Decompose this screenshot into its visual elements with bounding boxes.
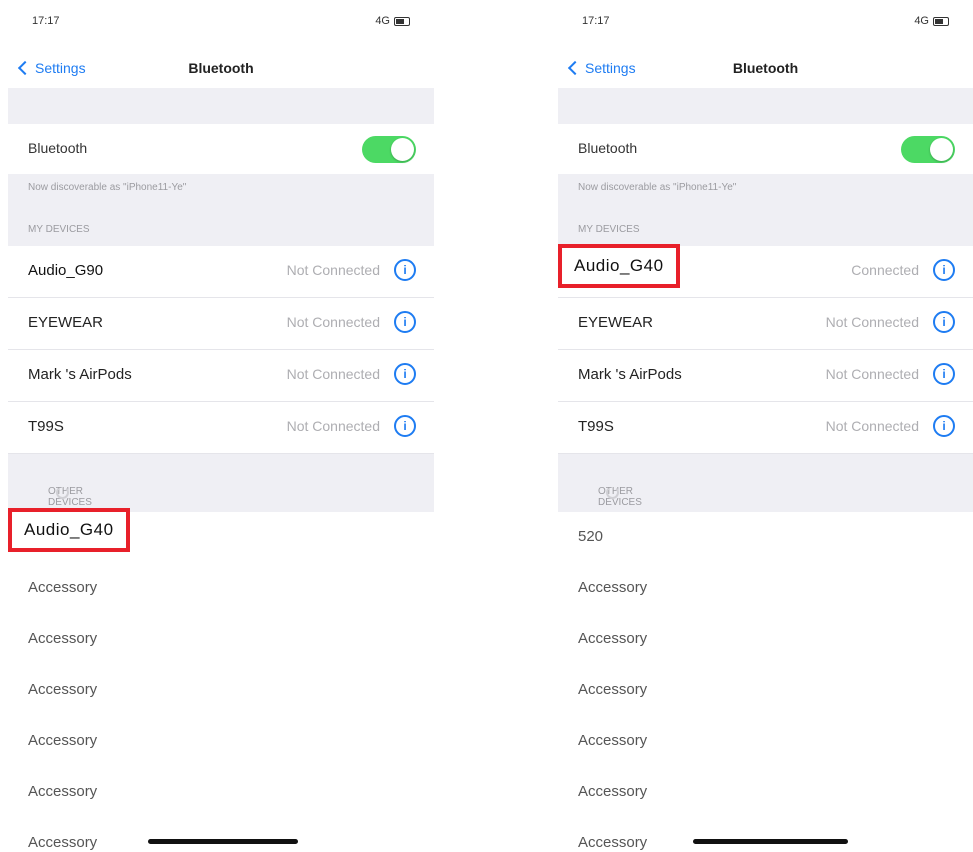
loading-spinner-icon: [56, 486, 69, 499]
other-device-row[interactable]: Accessory: [558, 563, 973, 615]
my-devices-header: MY DEVICES: [558, 210, 973, 246]
nav-bar: Settings Bluetooth: [558, 56, 973, 84]
device-name: T99S: [578, 418, 614, 435]
other-device-name: Accessory: [578, 732, 648, 749]
status-bar: 17:17 4G: [574, 12, 957, 32]
other-device-name: Accessory: [28, 783, 98, 800]
page-title: Bluetooth: [732, 60, 799, 76]
network-label: 4G: [914, 15, 929, 27]
device-name: Mark 's AirPods: [28, 366, 132, 383]
other-device-name: 520: [578, 528, 604, 545]
device-status: Not Connected: [825, 366, 919, 382]
other-device-name: Accessory: [578, 834, 648, 851]
device-name: EYEWEAR: [28, 314, 104, 331]
device-row[interactable]: Audio_G40 Connected i: [558, 244, 973, 298]
other-device-row[interactable]: Accessory: [8, 563, 434, 615]
page-title: Bluetooth: [188, 60, 254, 76]
other-device-row[interactable]: Audio_G40: [8, 508, 434, 564]
battery-icon: [933, 16, 949, 26]
discoverable-note: Now discoverable as "iPhone11-Ye": [558, 174, 973, 210]
device-status: Not Connected: [825, 314, 919, 330]
other-device-row[interactable]: Accessory: [8, 614, 434, 666]
info-circle-icon[interactable]: i: [933, 311, 955, 333]
other-device-name: Accessory: [28, 732, 98, 749]
info-circle-icon[interactable]: i: [933, 259, 955, 281]
device-name: Mark 's AirPods: [578, 366, 682, 383]
discoverable-note: Now discoverable as "iPhone11-Ye": [8, 174, 434, 210]
other-device-name: Accessory: [28, 834, 98, 851]
info-circle-icon[interactable]: i: [933, 363, 955, 385]
info-circle-icon[interactable]: i: [394, 415, 416, 437]
device-row[interactable]: EYEWEAR Not Connected i: [558, 298, 973, 350]
highlighted-device-name: Audio_G40: [8, 508, 130, 552]
home-indicator[interactable]: [693, 839, 848, 844]
info-circle-icon[interactable]: i: [394, 311, 416, 333]
my-devices-header-label: MY DEVICES: [578, 224, 640, 235]
bluetooth-toggle[interactable]: [362, 136, 416, 163]
other-devices-header: OTHER DEVICES: [8, 454, 434, 512]
other-device-row[interactable]: Accessory: [558, 767, 973, 819]
bluetooth-toggle-row: Bluetooth: [8, 124, 434, 174]
device-status: Not Connected: [286, 418, 380, 434]
other-device-row[interactable]: Accessory: [8, 665, 434, 717]
info-circle-icon[interactable]: i: [394, 259, 416, 281]
device-row[interactable]: Audio_G90 Not Connected i: [8, 246, 434, 298]
section-spacer: [558, 88, 973, 124]
info-circle-icon[interactable]: i: [933, 415, 955, 437]
my-devices-header: MY DEVICES: [8, 210, 434, 246]
device-row[interactable]: T99S Not Connected i: [558, 402, 973, 454]
other-device-row[interactable]: Accessory: [8, 716, 434, 768]
device-status: Not Connected: [286, 366, 380, 382]
device-status: Connected: [851, 262, 919, 278]
bluetooth-toggle-row: Bluetooth: [558, 124, 973, 174]
device-row[interactable]: Mark 's AirPods Not Connected i: [558, 350, 973, 402]
battery-icon: [394, 16, 410, 26]
status-time: 17:17: [32, 15, 60, 27]
other-device-name: Accessory: [28, 681, 98, 698]
bluetooth-label: Bluetooth: [28, 140, 88, 156]
status-bar: 17:17 4G: [24, 12, 418, 32]
discoverable-text: Now discoverable as "iPhone11-Ye": [578, 182, 737, 193]
other-device-name: Accessory: [578, 579, 648, 596]
other-device-row[interactable]: Accessory: [558, 716, 973, 768]
right-phone-screen: 17:17 4G Settings Bluetooth Bluetooth No…: [558, 0, 973, 852]
device-name: EYEWEAR: [578, 314, 654, 331]
bluetooth-label: Bluetooth: [578, 140, 638, 156]
my-devices-header-label: MY DEVICES: [28, 224, 90, 235]
other-device-name: Accessory: [28, 630, 98, 647]
device-row[interactable]: T99S Not Connected i: [8, 402, 434, 454]
other-device-name: Accessory: [578, 681, 648, 698]
device-row[interactable]: Mark 's AirPods Not Connected i: [8, 350, 434, 402]
status-time: 17:17: [582, 15, 610, 27]
home-indicator[interactable]: [148, 839, 298, 844]
left-phone-screen: 17:17 4G Settings Bluetooth Bluetooth No…: [8, 0, 434, 852]
device-status: Not Connected: [286, 262, 380, 278]
other-device-row[interactable]: Accessory: [558, 665, 973, 717]
nav-bar: Settings Bluetooth: [8, 56, 434, 84]
network-label: 4G: [375, 15, 390, 27]
other-devices-header-label: OTHER DEVICES: [48, 486, 92, 508]
other-devices-header-label: OTHER DEVICES: [598, 486, 642, 508]
loading-spinner-icon: [606, 486, 619, 499]
other-device-name: Accessory: [28, 579, 98, 596]
other-devices-header: OTHER DEVICES: [558, 454, 973, 512]
other-device-name: Accessory: [578, 783, 648, 800]
other-device-row[interactable]: Accessory: [8, 818, 434, 852]
other-device-row[interactable]: Accessory: [558, 614, 973, 666]
discoverable-text: Now discoverable as "iPhone11-Ye": [28, 182, 187, 193]
other-device-name: Accessory: [578, 630, 648, 647]
other-device-row[interactable]: 520: [558, 512, 973, 564]
section-spacer: [8, 88, 434, 124]
bluetooth-toggle[interactable]: [901, 136, 955, 163]
other-device-row[interactable]: Accessory: [8, 767, 434, 819]
device-status: Not Connected: [825, 418, 919, 434]
device-status: Not Connected: [286, 314, 380, 330]
info-circle-icon[interactable]: i: [394, 363, 416, 385]
device-name: T99S: [28, 418, 64, 435]
device-name: Audio_G90: [28, 262, 104, 279]
device-row[interactable]: EYEWEAR Not Connected i: [8, 298, 434, 350]
highlighted-device-name: Audio_G40: [558, 244, 680, 288]
other-device-row[interactable]: Accessory: [558, 818, 973, 852]
